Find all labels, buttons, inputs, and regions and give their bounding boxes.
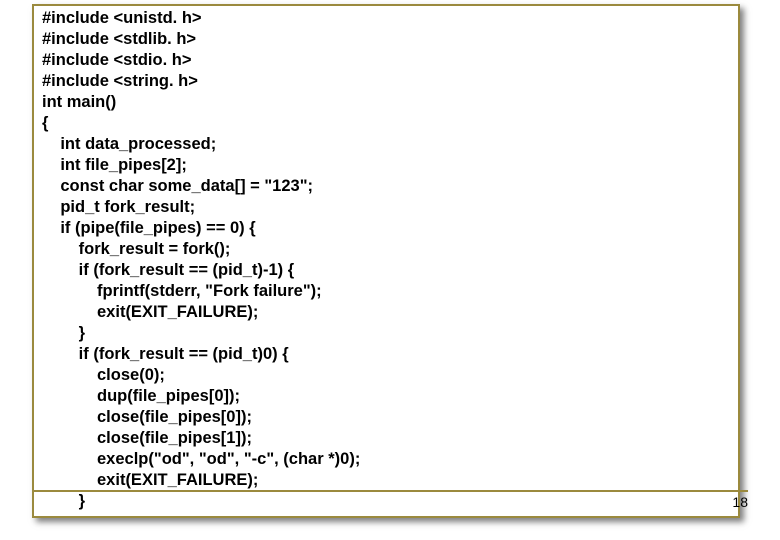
code-line: close(file_pipes[1]); (42, 429, 252, 447)
code-line: const char some_data[] = "123"; (42, 177, 313, 195)
code-line: #include <stdio. h> (42, 51, 191, 69)
code-line: int data_processed; (42, 135, 216, 153)
code-line: if (fork_result == (pid_t)0) { (42, 345, 289, 363)
code-line: if (fork_result == (pid_t)-1) { (42, 261, 294, 279)
code-line: #include <string. h> (42, 72, 198, 90)
footer-rule (32, 490, 748, 492)
code-line: close(file_pipes[0]); (42, 408, 252, 426)
code-block: #include <unistd. h> #include <stdlib. h… (42, 8, 730, 512)
code-line: dup(file_pipes[0]); (42, 387, 240, 405)
slide: #include <unistd. h> #include <stdlib. h… (0, 0, 780, 540)
code-line: exit(EXIT_FAILURE); (42, 471, 258, 489)
code-line: execlp("od", "od", "-c", (char *)0); (42, 450, 360, 468)
code-line: int file_pipes[2]; (42, 156, 187, 174)
code-line: pid_t fork_result; (42, 198, 195, 216)
code-line: close(0); (42, 366, 165, 384)
code-line: fork_result = fork(); (42, 240, 230, 258)
page-number: 18 (732, 494, 748, 510)
code-line: #include <stdlib. h> (42, 30, 196, 48)
code-line: #include <unistd. h> (42, 9, 202, 27)
code-box: #include <unistd. h> #include <stdlib. h… (32, 4, 740, 518)
code-line: exit(EXIT_FAILURE); (42, 303, 258, 321)
code-line: } (42, 492, 85, 510)
code-line: fprintf(stderr, "Fork failure"); (42, 282, 322, 300)
code-line: int main() (42, 93, 116, 111)
code-line: } (42, 324, 85, 342)
code-line: if (pipe(file_pipes) == 0) { (42, 219, 256, 237)
code-line: { (42, 114, 48, 132)
